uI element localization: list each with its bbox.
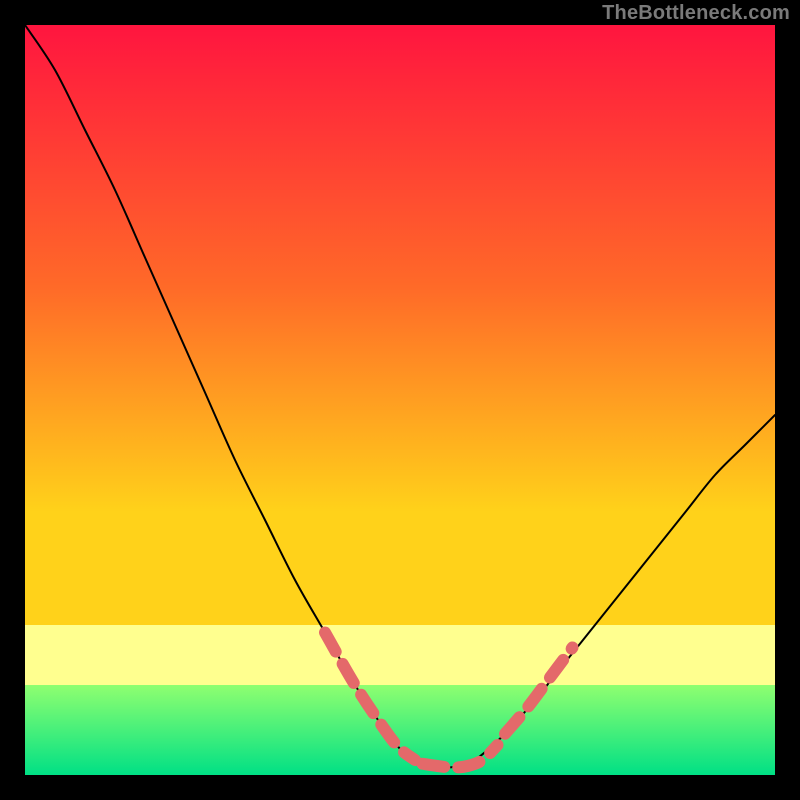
plot-svg (25, 25, 775, 775)
watermark-text: TheBottleneck.com (602, 2, 790, 25)
chart-stage: TheBottleneck.com (0, 0, 800, 800)
plot-area (25, 25, 775, 775)
